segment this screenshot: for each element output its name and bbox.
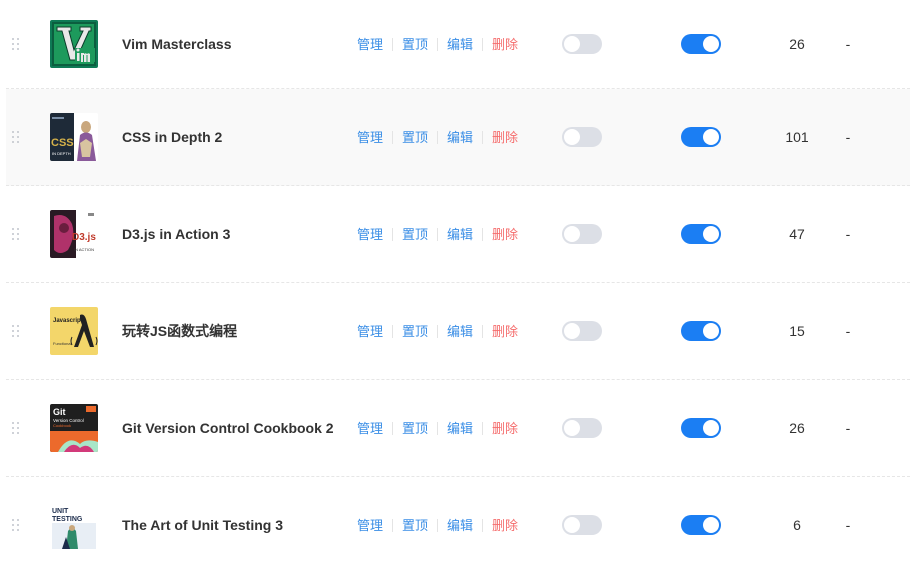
toggle-switch-2[interactable] <box>681 34 721 54</box>
svg-text:CSS: CSS <box>51 137 74 149</box>
toggle-switch-2[interactable] <box>681 224 721 244</box>
svg-text:Functional: Functional <box>53 341 72 346</box>
cover-image: D3.js IN ACTION <box>50 186 98 282</box>
delete-link[interactable]: 删除 <box>482 227 527 241</box>
svg-text:UNIT: UNIT <box>52 508 69 515</box>
pin-link[interactable]: 置顶 <box>392 518 437 532</box>
cover-image: Javascript Functional <box>50 283 98 379</box>
table-row: Vim Masterclass 管理 置顶 编辑 删除 26 - <box>6 0 910 89</box>
drag-handle-icon[interactable] <box>11 89 21 185</box>
book-cover-git-cookbook-icon: Git Version Control Cookbook <box>50 404 98 452</box>
svg-text:IN ACTION: IN ACTION <box>74 247 94 252</box>
count-value: 101 <box>785 129 809 145</box>
vim-logo-icon <box>50 20 98 68</box>
row-actions: 管理 置顶 编辑 删除 <box>357 380 527 476</box>
toggle-switch-1[interactable] <box>562 224 602 244</box>
svg-text:D3.js: D3.js <box>72 232 96 243</box>
cover-image: CSS IN DEPTH <box>50 89 98 185</box>
toggle-switch-1[interactable] <box>562 321 602 341</box>
toggle-switch-1[interactable] <box>562 34 602 54</box>
count-value: 47 <box>789 226 805 242</box>
toggle-switch-1[interactable] <box>562 515 602 535</box>
table-row: Git Version Control Cookbook Git Version… <box>6 380 910 477</box>
extra-value: - <box>845 36 851 52</box>
pin-link[interactable]: 置顶 <box>392 37 437 51</box>
course-table: Vim Masterclass 管理 置顶 编辑 删除 26 - CSS IN … <box>6 0 910 573</box>
edit-link[interactable]: 编辑 <box>437 130 482 144</box>
delete-link[interactable]: 删除 <box>482 324 527 338</box>
extra-value: - <box>845 129 851 145</box>
delete-link[interactable]: 删除 <box>482 518 527 532</box>
course-title: Git Version Control Cookbook 2 <box>122 420 334 436</box>
book-cover-css-in-depth-icon: CSS IN DEPTH <box>50 113 98 161</box>
row-actions: 管理 置顶 编辑 删除 <box>357 89 527 185</box>
delete-link[interactable]: 删除 <box>482 421 527 435</box>
row-actions: 管理 置顶 编辑 删除 <box>357 0 527 88</box>
toggle-switch-2[interactable] <box>681 127 721 147</box>
toggle-switch-1[interactable] <box>562 127 602 147</box>
pin-link[interactable]: 置顶 <box>392 130 437 144</box>
course-title: The Art of Unit Testing 3 <box>122 517 283 533</box>
book-cover-javascript-functional-icon: Javascript Functional <box>50 307 98 355</box>
cover-image: Git Version Control Cookbook <box>50 380 98 476</box>
row-actions: 管理 置顶 编辑 删除 <box>357 186 527 282</box>
extra-value: - <box>845 517 851 533</box>
cover-image: UNIT TESTING <box>50 477 98 573</box>
count-value: 26 <box>789 420 805 436</box>
delete-link[interactable]: 删除 <box>482 130 527 144</box>
extra-value: - <box>845 420 851 436</box>
toggle-switch-2[interactable] <box>681 515 721 535</box>
manage-link[interactable]: 管理 <box>357 519 392 532</box>
drag-handle-icon[interactable] <box>11 186 21 282</box>
edit-link[interactable]: 编辑 <box>437 324 482 338</box>
toggle-switch-2[interactable] <box>681 418 721 438</box>
drag-handle-icon[interactable] <box>11 380 21 476</box>
count-value: 6 <box>793 517 801 533</box>
drag-handle-icon[interactable] <box>11 0 21 88</box>
cover-image <box>50 0 98 88</box>
course-title: 玩转JS函数式编程 <box>122 323 238 339</box>
table-row: UNIT TESTING The Art of Unit Testing 3 管… <box>6 477 910 573</box>
book-cover-d3js-icon: D3.js IN ACTION <box>50 210 98 258</box>
edit-link[interactable]: 编辑 <box>437 518 482 532</box>
row-actions: 管理 置顶 编辑 删除 <box>357 283 527 379</box>
extra-value: - <box>845 323 851 339</box>
edit-link[interactable]: 编辑 <box>437 227 482 241</box>
toggle-switch-2[interactable] <box>681 321 721 341</box>
extra-value: - <box>845 226 851 242</box>
manage-link[interactable]: 管理 <box>357 38 392 51</box>
manage-link[interactable]: 管理 <box>357 325 392 338</box>
manage-link[interactable]: 管理 <box>357 422 392 435</box>
row-actions: 管理 置顶 编辑 删除 <box>357 477 527 573</box>
count-value: 26 <box>789 36 805 52</box>
svg-text:Git: Git <box>53 407 66 417</box>
svg-text:Cookbook: Cookbook <box>53 423 71 428</box>
svg-text:Javascript: Javascript <box>53 318 83 324</box>
edit-link[interactable]: 编辑 <box>437 421 482 435</box>
toggle-switch-1[interactable] <box>562 418 602 438</box>
manage-link[interactable]: 管理 <box>357 131 392 144</box>
course-title: D3.js in Action 3 <box>122 226 231 242</box>
delete-link[interactable]: 删除 <box>482 37 527 51</box>
table-row: D3.js IN ACTION D3.js in Action 3 管理 置顶 … <box>6 186 910 283</box>
course-title: CSS in Depth 2 <box>122 129 223 145</box>
table-row: Javascript Functional 玩转JS函数式编程 管理 置顶 编辑… <box>6 283 910 380</box>
drag-handle-icon[interactable] <box>11 283 21 379</box>
course-title: Vim Masterclass <box>122 36 232 52</box>
count-value: 15 <box>789 323 805 339</box>
svg-text:TESTING: TESTING <box>52 516 83 523</box>
edit-link[interactable]: 编辑 <box>437 37 482 51</box>
pin-link[interactable]: 置顶 <box>392 227 437 241</box>
table-row: CSS IN DEPTH CSS in Depth 2 管理 置顶 编辑 删除 … <box>6 89 910 186</box>
manage-link[interactable]: 管理 <box>357 228 392 241</box>
pin-link[interactable]: 置顶 <box>392 421 437 435</box>
book-cover-unit-testing-icon: UNIT TESTING <box>50 501 98 549</box>
pin-link[interactable]: 置顶 <box>392 324 437 338</box>
drag-handle-icon[interactable] <box>11 477 21 573</box>
svg-text:IN DEPTH: IN DEPTH <box>52 151 71 156</box>
